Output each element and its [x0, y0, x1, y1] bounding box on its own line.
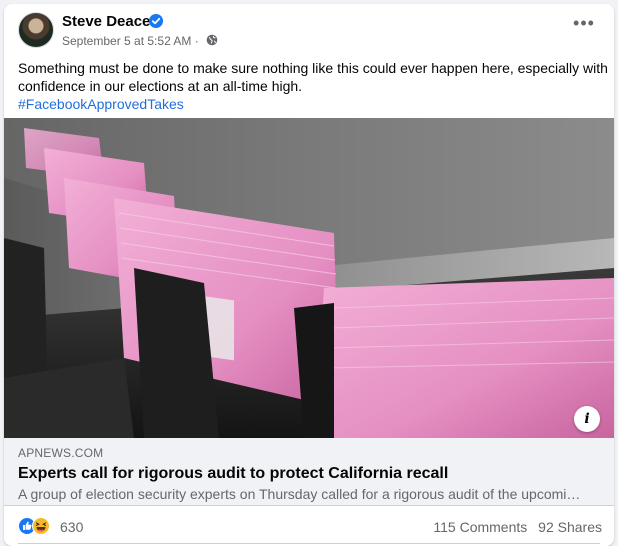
engagement-bar: 630 115 Comments 92 Shares	[4, 506, 614, 544]
link-headline[interactable]: Experts call for rigorous audit to prote…	[18, 465, 600, 483]
author-name[interactable]: Steve Deace	[62, 13, 150, 30]
link-description: A group of election security experts on …	[18, 486, 581, 502]
info-icon[interactable]: i	[574, 406, 600, 432]
divider	[18, 543, 600, 544]
author-avatar[interactable]	[18, 12, 54, 48]
link-domain: APNEWS.COM	[18, 446, 104, 460]
ballot-sorting-photo	[4, 118, 614, 438]
post-body: Something must be done to make sure noth…	[18, 60, 608, 94]
verified-badge-icon	[149, 14, 163, 28]
meta-separator: ·	[194, 34, 199, 48]
hashtag-link[interactable]: #FacebookApprovedTakes	[18, 95, 608, 113]
post-timestamp[interactable]: September 5 at 5:52 AM	[62, 34, 191, 48]
haha-reaction-icon	[32, 517, 50, 535]
link-preview-image[interactable]: i	[4, 118, 614, 438]
comments-count[interactable]: 115 Comments	[433, 519, 527, 535]
post-meta: September 5 at 5:52 AM ·	[62, 34, 199, 48]
link-preview[interactable]: APNEWS.COM Experts call for rigorous aud…	[4, 438, 614, 506]
reaction-icons[interactable]	[18, 517, 54, 535]
reaction-count[interactable]: 630	[60, 519, 83, 535]
post-text: Something must be done to make sure noth…	[18, 59, 608, 113]
more-icon: •••	[573, 13, 595, 33]
globe-icon	[206, 34, 218, 46]
post-card: Steve Deace September 5 at 5:52 AM · •••…	[4, 4, 614, 546]
more-options-button[interactable]: •••	[566, 13, 602, 40]
engagement-counts: 115 Comments 92 Shares	[426, 519, 602, 535]
shares-count[interactable]: 92 Shares	[538, 519, 602, 535]
post-header: Steve Deace September 5 at 5:52 AM · •••	[4, 4, 614, 54]
